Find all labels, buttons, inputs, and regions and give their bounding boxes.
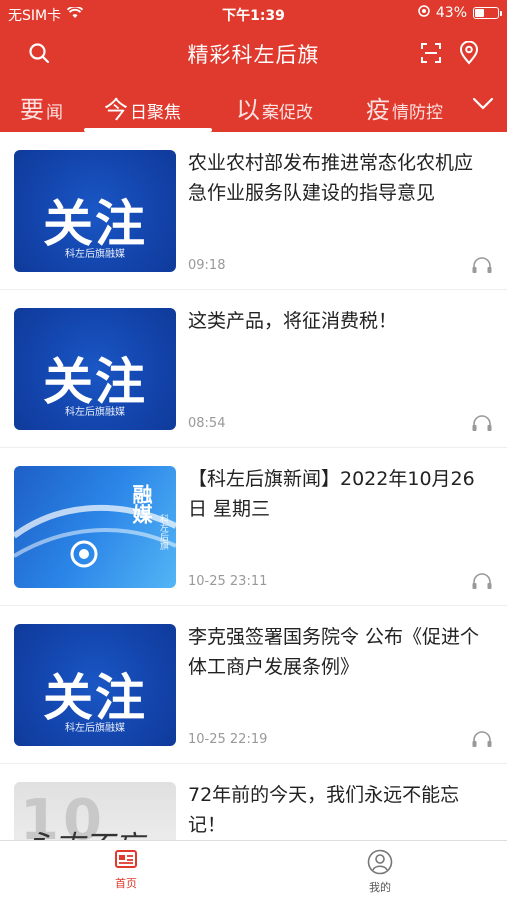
thumb-subtitle: 永志不忘 [24, 822, 144, 840]
news-title: 72年前的今天，我们永远不能忘记！ [188, 784, 460, 836]
orientation-lock-icon [418, 5, 430, 21]
headphones-icon[interactable] [471, 572, 493, 590]
news-title: 李克强签署国务院令 公布《促进个体工商户发展条例》 [188, 626, 480, 678]
status-right: 43% [418, 5, 502, 21]
news-title: 这类产品，将征消费税！ [188, 310, 398, 332]
thumb-subtitle: 科左后旗融媒 [65, 407, 125, 418]
news-thumbnail: 关注 科左后旗融媒 [14, 624, 176, 746]
tab-news-big: 要 [20, 96, 44, 124]
news-thumbnail: 关注 科左后旗融媒 [14, 150, 176, 272]
thumb-subtitle: 科左后旗 [158, 514, 168, 550]
news-item[interactable]: 关注 科左后旗融媒 这类产品，将征消费税！ 08:54 [0, 290, 507, 448]
tab-today-focus[interactable]: 今日聚焦 [104, 88, 181, 124]
scan-icon[interactable] [418, 40, 444, 66]
tab-epidemic-small: 情防控 [392, 103, 443, 123]
headphones-icon[interactable] [471, 256, 493, 274]
tab-case-small: 案促改 [262, 103, 313, 123]
battery-icon [473, 7, 502, 19]
category-tabs: 要闻 今日聚焦 以案促改 疫情防控 [0, 82, 507, 132]
news-thumbnail: 10 25 永志不忘 [14, 782, 176, 840]
tab-mine[interactable]: 我的 [340, 849, 420, 895]
tab-case-big: 以 [236, 96, 260, 124]
battery-fill [475, 9, 484, 17]
bottom-tab-bar: 首页 我的 [0, 840, 507, 900]
news-item[interactable]: 10 25 永志不忘 72年前的今天，我们永远不能忘记！ [0, 764, 507, 840]
thumb-title: 融媒 [129, 484, 153, 524]
tab-news[interactable]: 要闻 [20, 88, 63, 124]
user-icon [367, 849, 393, 875]
headphones-icon[interactable] [471, 414, 493, 432]
tab-home-label: 首页 [115, 877, 137, 890]
header: 无SIM卡 下午1:39 43% 精彩科左后旗 要 闻 今 日聚焦 以 案促改 … [0, 0, 507, 132]
thumb-subtitle: 科左后旗融媒 [65, 723, 125, 734]
tab-mine-label: 我的 [369, 881, 391, 894]
battery-percent: 43% [435, 5, 467, 21]
tab-news-small: 闻 [46, 103, 63, 123]
tab-epidemic-big: 疫 [366, 96, 390, 124]
news-item[interactable]: 关注 科左后旗融媒 李克强签署国务院令 公布《促进个体工商户发展条例》 10-2… [0, 606, 507, 764]
news-thumbnail: 关注 科左后旗融媒 [14, 308, 176, 430]
tab-case-reform[interactable]: 以案促改 [236, 88, 313, 124]
news-thumbnail: 融媒 科左后旗 [14, 466, 176, 588]
tab-today-big: 今 [104, 96, 128, 124]
news-item[interactable]: 关注 科左后旗融媒 农业农村部发布推进常态化农机应急作业服务队建设的指导意见 0… [0, 132, 507, 290]
home-news-icon [115, 850, 137, 868]
app-screen: 无SIM卡 下午1:39 43% 精彩科左后旗 要 闻 今 日聚焦 以 案促改 … [0, 0, 507, 900]
chevron-down-icon[interactable] [471, 94, 495, 114]
status-bar: 无SIM卡 下午1:39 43% [0, 0, 507, 28]
news-title: 农业农村部发布推进常态化农机应急作业服务队建设的指导意见 [188, 152, 474, 204]
news-time: 09:18 [188, 258, 226, 273]
tab-home[interactable]: 首页 [86, 849, 166, 891]
headphones-icon[interactable] [471, 730, 493, 748]
news-item[interactable]: 融媒 科左后旗 【科左后旗新闻】2022年10月26日 星期三 10-25 23… [0, 448, 507, 606]
tab-epidemic[interactable]: 疫情防控 [366, 88, 443, 124]
nav-bar: 精彩科左后旗 [0, 28, 507, 78]
news-title: 【科左后旗新闻】2022年10月26日 星期三 [188, 468, 475, 520]
thumb-subtitle: 科左后旗融媒 [65, 249, 125, 260]
news-time: 10-25 22:19 [188, 732, 268, 747]
news-time: 10-25 23:11 [188, 574, 268, 589]
news-feed: 关注 科左后旗融媒 农业农村部发布推进常态化农机应急作业服务队建设的指导意见 0… [0, 132, 507, 840]
tab-today-small: 日聚焦 [130, 103, 181, 123]
news-time: 08:54 [188, 416, 226, 431]
location-icon[interactable] [456, 40, 482, 66]
